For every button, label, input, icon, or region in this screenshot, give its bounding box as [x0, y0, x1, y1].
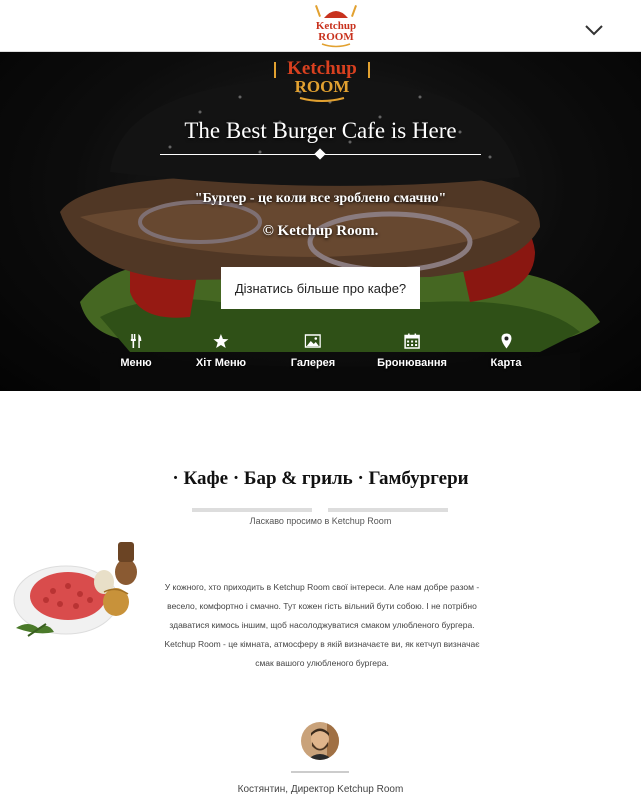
- nav-item-gallery[interactable]: Галерея: [291, 333, 335, 371]
- nav-label: Бронювання: [377, 357, 447, 369]
- nav-label: Хіт Меню: [195, 357, 247, 369]
- hero-title: The Best Burger Cafe is Here: [184, 118, 457, 143]
- nav-item-booking[interactable]: Бронювання: [377, 333, 447, 371]
- nav-label: Галерея: [290, 357, 336, 369]
- map-pin-icon: [500, 333, 511, 349]
- logo[interactable]: Ketchup ROOM: [308, 2, 364, 48]
- signature-divider: [291, 771, 349, 773]
- top-bar: Ketchup ROOM: [0, 0, 641, 52]
- title-underline-left: [192, 508, 312, 512]
- nav-item-hit-menu[interactable]: Хіт Меню: [196, 333, 246, 371]
- hero-quote: "Бургер - це коли все зроблено смачно": [194, 191, 447, 206]
- nav-item-menu[interactable]: Меню: [120, 333, 152, 371]
- director-signature: Костянтин, Директор Ketchup Room: [237, 784, 404, 795]
- calendar-icon: [404, 333, 420, 349]
- cutlery-icon: [130, 334, 141, 348]
- hero-nav: Меню Хіт Меню Галерея Бронювання Карта: [0, 333, 641, 373]
- avatar: [301, 722, 339, 760]
- svg-text:Ketchup: Ketchup: [287, 58, 357, 79]
- learn-more-button[interactable]: Дізнатись більше про кафе?: [221, 267, 420, 309]
- image-icon: [305, 334, 321, 348]
- chevron-down-icon[interactable]: [582, 18, 606, 42]
- nav-label: Карта: [490, 357, 522, 369]
- food-image: [13, 542, 137, 637]
- nav-item-map[interactable]: Карта: [490, 333, 522, 371]
- star-icon: [213, 334, 229, 348]
- hero-logo: Ketchup ROOM: [274, 58, 370, 102]
- welcome-subtitle: Ласкаво просимо в Ketchup Room: [249, 516, 392, 526]
- title-underline-right: [328, 508, 448, 512]
- svg-text:ROOM: ROOM: [295, 77, 350, 96]
- hero-section: Ketchup ROOM The Best Burger Cafe is Her…: [0, 52, 641, 391]
- hero-copyright: © Ketchup Room.: [262, 223, 379, 239]
- about-description: У кожного, хто приходить в Ketchup Room …: [164, 582, 480, 668]
- director-photo: [301, 722, 339, 760]
- section-title: · Кафе · Бар & гриль · Гамбургери: [172, 468, 469, 489]
- nav-label: Меню: [120, 357, 152, 369]
- svg-text:ROOM: ROOM: [318, 31, 354, 43]
